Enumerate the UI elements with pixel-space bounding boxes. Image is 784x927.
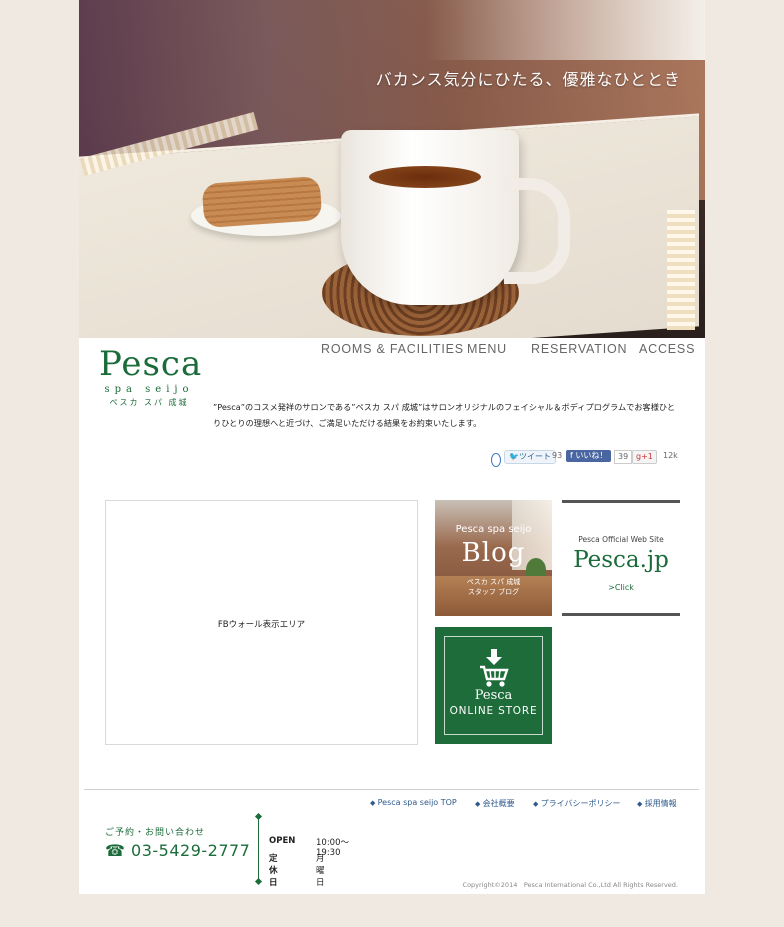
footer-link-recruit[interactable]: 採用情報 bbox=[637, 798, 677, 809]
phone-icon: ☎ bbox=[105, 841, 132, 860]
like-label: いいね！ bbox=[575, 451, 608, 460]
nav-reservation[interactable]: RESERVATION bbox=[531, 342, 627, 356]
blog-caption-line1: ペスカ スパ 成城 bbox=[466, 578, 521, 586]
nav-access[interactable]: ACCESS bbox=[639, 342, 695, 356]
hero-tea bbox=[369, 166, 481, 188]
fb-wall-area: FBウォール表示エリア bbox=[105, 500, 418, 745]
phone-number[interactable]: ☎ 03-5429-2777 bbox=[105, 841, 250, 860]
intro-text: ”Pesca”のコスメ発祥のサロンである”ペスカ スパ 成城”はサロンオリジナル… bbox=[213, 402, 676, 428]
tweet-button[interactable]: 🐦ツイート bbox=[504, 450, 556, 464]
online-store-banner[interactable]: Pesca ONLINE STORE bbox=[435, 627, 552, 744]
hero-cup bbox=[341, 130, 519, 305]
like-count: 39 bbox=[614, 450, 633, 464]
contact-title: ご予約・お問い合わせ bbox=[105, 828, 206, 838]
site-title: Pesca.jp bbox=[573, 547, 669, 573]
blog-subtitle: Pesca spa seijo bbox=[455, 524, 532, 535]
closed-label: 定休日 bbox=[269, 854, 278, 888]
tweet-count: 93 bbox=[552, 451, 563, 460]
hero-cup-handle bbox=[504, 178, 570, 284]
store-subtitle: ONLINE STORE bbox=[449, 705, 538, 717]
site-logo[interactable]: Pesca spa seijo ペスカ スパ 成城 bbox=[99, 344, 203, 408]
logo-subtitle: spa seijo bbox=[104, 384, 194, 395]
fb-wall-label: FBウォール表示エリア bbox=[217, 620, 306, 630]
official-site-banner[interactable]: Pesca Official Web Site Pesca.jp >Click bbox=[562, 500, 680, 616]
share-radio-icon[interactable] bbox=[491, 453, 501, 467]
footer-link-company[interactable]: 会社概要 bbox=[475, 798, 515, 809]
blog-caption-line2: スタッフ ブログ bbox=[467, 588, 520, 596]
phone-number-text: 03-5429-2777 bbox=[131, 841, 251, 860]
hero-image: バカンス気分にひたる、優雅なひととき bbox=[79, 0, 705, 338]
hero-caption: バカンス気分にひたる、優雅なひととき bbox=[375, 70, 681, 89]
gplus-count: 12k bbox=[663, 451, 678, 460]
facebook-like-button[interactable]: f いいね！ bbox=[566, 450, 612, 462]
store-title: Pesca bbox=[474, 688, 513, 703]
blog-title: Blog bbox=[461, 538, 526, 568]
open-label: OPEN bbox=[269, 836, 296, 846]
site-label: Pesca Official Web Site bbox=[578, 535, 664, 544]
hero-cookie bbox=[201, 175, 323, 229]
gplus-button[interactable]: g+1 bbox=[632, 450, 657, 464]
copyright: Copyright©2014 Pesca International Co.,L… bbox=[462, 881, 678, 889]
main-nav: ROOMS & FACILITIES MENU RESERVATION ACCE… bbox=[319, 342, 694, 358]
hero-light bbox=[425, 0, 705, 60]
nav-rooms-facilities[interactable]: ROOMS & FACILITIES bbox=[321, 342, 464, 356]
logo-kana: ペスカ スパ 成城 bbox=[109, 398, 189, 407]
closed-value: 月曜日 bbox=[316, 854, 325, 888]
footer-divider bbox=[84, 789, 699, 790]
hero-fringe-right bbox=[667, 210, 695, 330]
logo-wordmark: Pesca bbox=[99, 344, 203, 384]
blog-banner[interactable]: Pesca spa seijo Blog ペスカ スパ 成城 スタッフ ブログ bbox=[435, 500, 552, 616]
footer-vertical-line bbox=[258, 818, 259, 882]
footer-link-privacy[interactable]: プライバシーポリシー bbox=[533, 798, 621, 809]
footer-diamond-bottom bbox=[254, 877, 263, 886]
cart-icon bbox=[480, 649, 509, 687]
nav-menu[interactable]: MENU bbox=[467, 342, 507, 356]
twitter-bird-icon: 🐦 bbox=[509, 452, 519, 461]
site-click-link[interactable]: >Click bbox=[562, 583, 680, 592]
footer-link-top[interactable]: Pesca spa seijo TOP bbox=[370, 798, 457, 807]
gplus-label: +1 bbox=[641, 452, 653, 461]
page-container: バカンス気分にひたる、優雅なひととき Pesca spa seijo ペスカ ス… bbox=[79, 0, 705, 894]
tweet-label: ツイート bbox=[518, 452, 551, 461]
footer-diamond-top bbox=[254, 812, 263, 821]
blog-caption: ペスカ スパ 成城 スタッフ ブログ bbox=[435, 577, 552, 597]
